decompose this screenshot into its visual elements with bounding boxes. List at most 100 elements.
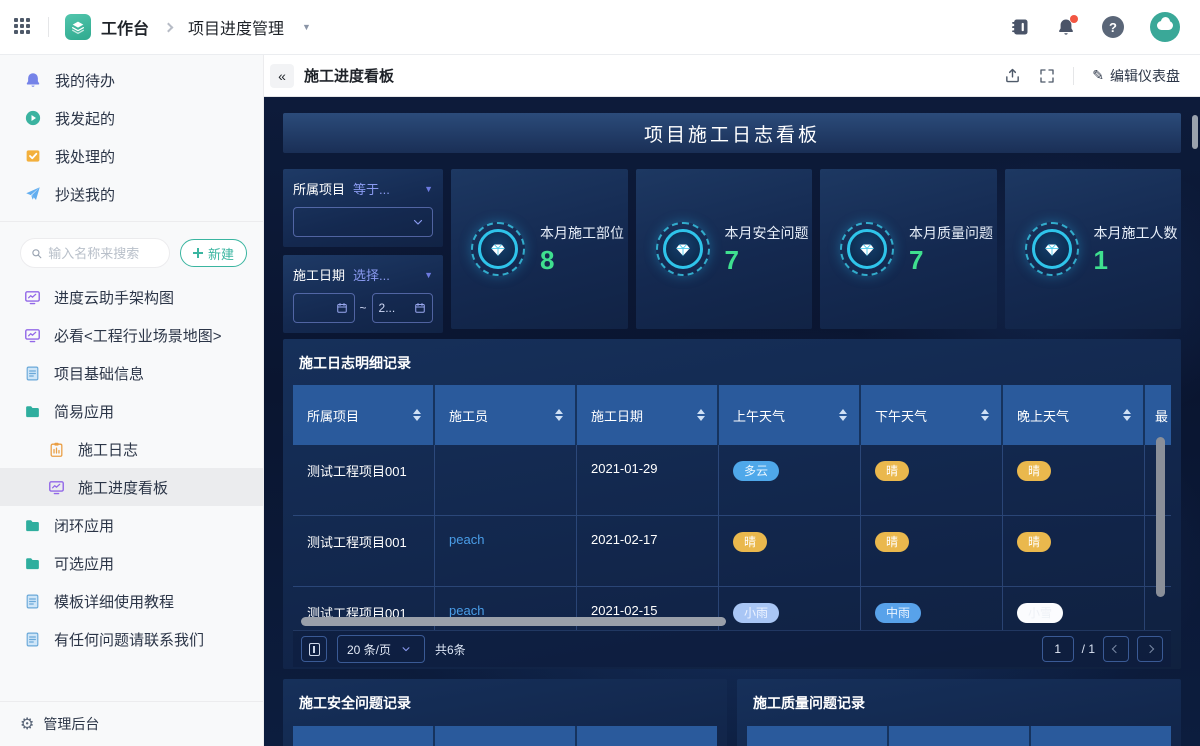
sidebar-item-industry-map[interactable]: 必看<工程行业场景地图> xyxy=(0,316,263,354)
new-button[interactable]: 新建 xyxy=(179,239,247,267)
collapse-sidebar-icon[interactable]: « xyxy=(270,63,294,88)
help-icon[interactable]: ? xyxy=(1102,16,1124,38)
fullscreen-icon[interactable] xyxy=(1039,68,1055,84)
sidebar-item-label: 施工进度看板 xyxy=(78,479,169,497)
sidebar-item-optional-apps[interactable]: 可选应用 xyxy=(0,544,263,582)
cell-am-weather: 多云 xyxy=(719,445,861,515)
kpi-card-safety-issues: 本月安全问题 7 xyxy=(635,169,812,329)
sidebar-item-label: 必看<工程行业场景地图> xyxy=(54,327,222,345)
workspace-title[interactable]: 工作台 xyxy=(101,15,149,39)
weather-tag: 晴 xyxy=(1017,532,1052,552)
filter-label: 所属项目 xyxy=(293,182,346,197)
sidebar-item-label: 闭环应用 xyxy=(54,517,115,535)
edit-dashboard-button[interactable]: ✎ 编辑仪表盘 xyxy=(1092,66,1180,86)
app-launcher-icon[interactable] xyxy=(14,18,32,36)
plus-icon xyxy=(192,248,203,258)
column-header-project[interactable]: 所属项目 xyxy=(293,385,435,445)
divider xyxy=(1073,66,1075,85)
sidebar-item-admin-console[interactable]: ⚙ 管理后台 xyxy=(0,702,263,746)
table-row[interactable]: 测试工程项目001 2021-01-29 多云 晴 晴 xyxy=(293,445,1171,516)
sidebar-item-construction-progress-board[interactable]: 施工进度看板 xyxy=(0,468,263,506)
sort-icon[interactable] xyxy=(839,409,847,421)
column-header-am-weather[interactable]: 上午天气 xyxy=(719,385,861,445)
sidebar-item-project-basic-info[interactable]: 项目基础信息 xyxy=(0,354,263,392)
notifications-bell-icon[interactable] xyxy=(1056,15,1078,37)
caret-down-icon[interactable]: ▼ xyxy=(424,270,433,280)
sidebar-item-label: 我发起的 xyxy=(55,110,116,128)
sort-icon[interactable] xyxy=(1123,409,1131,421)
panel-title: 施工质量问题记录 xyxy=(753,695,865,711)
calendar-icon xyxy=(336,303,347,313)
cell-worker xyxy=(435,445,577,515)
chevron-down-icon[interactable]: ▼ xyxy=(302,22,311,32)
filter-operator[interactable]: 选择... xyxy=(353,265,390,284)
date-end-input[interactable]: 2... xyxy=(371,293,434,323)
sort-icon[interactable] xyxy=(555,409,563,421)
sort-icon[interactable] xyxy=(697,409,705,421)
worker-link[interactable]: peach xyxy=(449,603,484,618)
cell-project: 测试工程项目001 xyxy=(293,516,435,586)
column-header-night-weather[interactable]: 晚上天气 xyxy=(1003,385,1145,445)
column-header-pm-weather[interactable]: 下午天气 xyxy=(861,385,1003,445)
page-number-input[interactable]: 1 xyxy=(1041,636,1074,662)
sort-icon[interactable] xyxy=(981,409,989,421)
calendar-icon xyxy=(415,303,425,313)
sidebar-item-label: 施工日志 xyxy=(78,441,139,459)
next-page-button[interactable] xyxy=(1137,636,1163,662)
sidebar-item-label: 简易应用 xyxy=(54,403,115,421)
vertical-scrollbar[interactable] xyxy=(1156,437,1165,597)
breadcrumb[interactable]: 项目进度管理 xyxy=(188,15,284,39)
cell-date: 2021-01-29 xyxy=(577,445,719,515)
cell-pm-weather: 晴 xyxy=(861,445,1003,515)
folder-icon xyxy=(26,557,39,569)
horizontal-scrollbar[interactable] xyxy=(301,617,726,626)
filter-date: 施工日期 选择... ▼ ~ 2... xyxy=(283,255,443,333)
column-header-truncated[interactable]: 最 xyxy=(1145,385,1171,445)
sidebar-item-contact-us[interactable]: 有任何问题请联系我们 xyxy=(0,620,263,658)
panel-title: 施工安全问题记录 xyxy=(299,695,411,711)
pagination-display-icon[interactable] xyxy=(301,636,327,662)
sidebar-item-construction-log[interactable]: 施工日志 xyxy=(0,430,263,468)
sidebar-item-architecture-diagram[interactable]: 进度云助手架构图 xyxy=(0,278,263,316)
sidebar-item-template-tutorial[interactable]: 模板详细使用教程 xyxy=(0,582,263,620)
document-icon xyxy=(26,632,39,646)
sidebar-item-my-initiated[interactable]: 我发起的 xyxy=(0,99,263,137)
sort-icon[interactable] xyxy=(413,409,421,421)
log-detail-panel: 施工日志明细记录 所属项目 施工员 施工日期 上午天气 下午天气 晚上天气 最 … xyxy=(283,339,1181,669)
avatar[interactable] xyxy=(1150,12,1180,42)
column-header-worker[interactable]: 施工员 xyxy=(435,385,577,445)
gem-badge-icon xyxy=(1024,222,1079,276)
project-select[interactable] xyxy=(293,207,433,237)
divider xyxy=(0,221,263,222)
kpi-label: 本月质量问题 xyxy=(909,224,993,241)
page-title: 施工进度看板 xyxy=(304,68,395,85)
sidebar-item-closed-loop-apps[interactable]: 闭环应用 xyxy=(0,506,263,544)
cell-night-weather: 晴 xyxy=(1003,445,1145,515)
prev-page-button[interactable] xyxy=(1103,636,1129,662)
app-window: 工作台 项目进度管理 ▼ ? 我的待办 我发起的 我处理的 抄送我的 输入名称来… xyxy=(0,0,1200,746)
column-header-date[interactable]: 施工日期 xyxy=(577,385,719,445)
search-input[interactable] xyxy=(48,245,159,261)
caret-down-icon[interactable]: ▼ xyxy=(424,184,433,194)
cell-worker: peach xyxy=(435,516,577,586)
page-size-select[interactable]: 20 条/页 xyxy=(337,635,425,663)
weather-tag: 晴 xyxy=(875,461,910,481)
play-circle-icon xyxy=(25,110,41,126)
worker-link[interactable]: peach xyxy=(449,532,484,547)
sidebar-item-label: 我处理的 xyxy=(55,148,116,166)
table-title: 施工日志明细记录 xyxy=(299,355,411,371)
kpi-label: 本月安全问题 xyxy=(724,224,809,241)
notebook-icon[interactable] xyxy=(1010,17,1030,37)
filter-operator[interactable]: 等于... xyxy=(353,179,390,198)
share-export-icon[interactable] xyxy=(1004,67,1021,84)
workspace-logo-icon[interactable] xyxy=(65,14,91,40)
sidebar-item-label: 有任何问题请联系我们 xyxy=(54,631,205,649)
sidebar-item-label: 可选应用 xyxy=(54,555,115,573)
date-start-input[interactable] xyxy=(293,293,355,323)
sidebar-item-my-handled[interactable]: 我处理的 xyxy=(0,137,263,175)
sidebar-item-cc-to-me[interactable]: 抄送我的 xyxy=(0,175,263,213)
sidebar-item-simple-apps[interactable]: 简易应用 xyxy=(0,392,263,430)
table-row[interactable]: 测试工程项目001 peach 2021-02-17 晴 晴 晴 xyxy=(293,516,1171,587)
sidebar-item-my-todo[interactable]: 我的待办 xyxy=(0,61,263,99)
chevron-right-icon xyxy=(163,22,174,32)
